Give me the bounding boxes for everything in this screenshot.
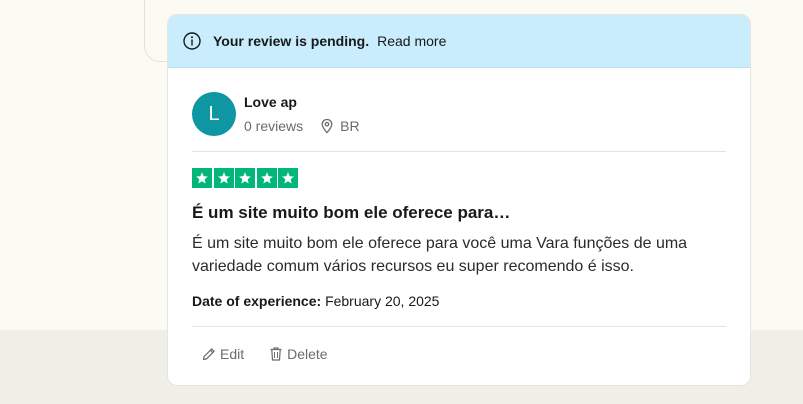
experience-label: Date of experience: <box>192 293 322 309</box>
experience-date: February 20, 2025 <box>325 293 440 309</box>
edit-button[interactable]: Edit <box>201 346 244 362</box>
pending-message: Your review is pending. <box>213 33 370 49</box>
review-card: Your review is pending. Read more L Love… <box>167 14 751 386</box>
reviewer-name[interactable]: Love ap <box>244 94 360 110</box>
edit-label: Edit <box>220 346 245 362</box>
location-pin-icon <box>319 118 335 134</box>
reviewer-country: BR <box>340 118 360 134</box>
date-of-experience: Date of experience: February 20, 2025 <box>192 293 726 309</box>
trash-icon <box>268 346 284 362</box>
pending-banner: Your review is pending. Read more <box>168 15 750 68</box>
star-icon <box>192 168 212 188</box>
star-icon <box>256 168 277 188</box>
review-title[interactable]: É um site muito bom ele oferece para… <box>192 203 726 223</box>
review-actions: Edit Delete <box>192 327 726 381</box>
info-icon <box>182 31 202 51</box>
star-icon <box>235 168 256 188</box>
reviewer-info: L Love ap 0 reviews BR <box>192 68 726 152</box>
read-more-link[interactable]: Read more <box>377 33 446 49</box>
star-rating <box>192 168 726 188</box>
review-count: 0 reviews <box>244 118 304 134</box>
star-icon <box>278 168 299 188</box>
delete-button[interactable]: Delete <box>268 346 328 362</box>
pencil-icon <box>201 346 217 362</box>
review-text: É um site muito bom ele oferece para voc… <box>192 235 688 275</box>
avatar[interactable]: L <box>192 92 236 136</box>
star-icon <box>213 168 234 188</box>
delete-label: Delete <box>287 346 328 362</box>
